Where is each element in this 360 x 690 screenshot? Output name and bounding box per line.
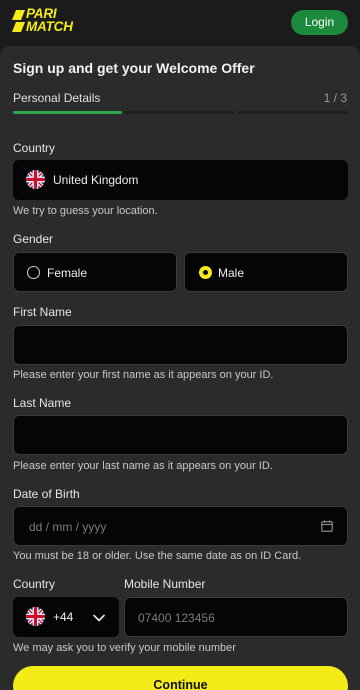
dob-placeholder: dd / mm / yyyy xyxy=(29,520,107,534)
last-name-label: Last Name xyxy=(13,396,72,410)
dob-input[interactable]: dd / mm / yyyy xyxy=(13,506,348,546)
country-select[interactable]: United Kingdom xyxy=(13,160,348,200)
login-button[interactable]: Login xyxy=(291,10,348,35)
uk-flag-icon xyxy=(26,607,45,626)
male-label: Male xyxy=(218,266,245,280)
first-name-input[interactable] xyxy=(13,325,348,365)
dial-code-select[interactable]: +44 xyxy=(13,597,119,637)
country-hint: We try to guess your location. xyxy=(13,205,158,217)
step-label: Personal Details xyxy=(13,91,101,105)
calendar-icon[interactable] xyxy=(321,520,333,532)
chevron-down-icon xyxy=(93,614,105,622)
top-bar: PARI MATCH Login xyxy=(0,0,360,46)
gender-label: Gender xyxy=(13,232,54,246)
logo-text-line2: MATCH xyxy=(26,19,73,34)
uk-flag-icon xyxy=(26,170,45,189)
gender-option-male[interactable]: Male xyxy=(184,252,348,292)
progress-segment-3 xyxy=(237,111,348,114)
last-name-hint: Please enter your last name as it appear… xyxy=(13,460,273,472)
country-value: United Kingdom xyxy=(53,173,139,187)
female-radio[interactable] xyxy=(27,266,40,279)
country-label: Country xyxy=(13,141,56,155)
first-name-hint: Please enter your first name as it appea… xyxy=(13,369,274,381)
mobile-number-label: Mobile Number xyxy=(124,577,206,591)
phone-hint: We may ask you to verify your mobile num… xyxy=(13,642,236,654)
step-counter: 1 / 3 xyxy=(323,91,347,105)
dob-label: Date of Birth xyxy=(13,487,80,501)
progress-segment-2 xyxy=(125,111,234,114)
first-name-label: First Name xyxy=(13,305,72,319)
signup-card: Sign up and get your Welcome Offer Perso… xyxy=(0,46,360,690)
dial-code-value: +44 xyxy=(53,610,74,624)
female-label: Female xyxy=(47,266,88,280)
logo-mark-icon xyxy=(12,10,25,32)
form-title: Sign up and get your Welcome Offer xyxy=(13,60,255,76)
last-name-input[interactable] xyxy=(13,415,348,455)
parimatch-logo[interactable]: PARI MATCH xyxy=(12,7,92,35)
dob-hint: You must be 18 or older. Use the same da… xyxy=(13,550,302,562)
step-progress xyxy=(13,111,348,114)
mobile-number-input[interactable]: 07400 123456 xyxy=(124,597,348,637)
male-radio-selected[interactable] xyxy=(199,266,212,279)
phone-country-label: Country xyxy=(13,577,56,591)
gender-option-female[interactable]: Female xyxy=(13,252,177,292)
progress-segment-1 xyxy=(13,111,122,114)
mobile-number-placeholder: 07400 123456 xyxy=(138,611,215,625)
continue-button[interactable]: Continue xyxy=(13,666,348,690)
